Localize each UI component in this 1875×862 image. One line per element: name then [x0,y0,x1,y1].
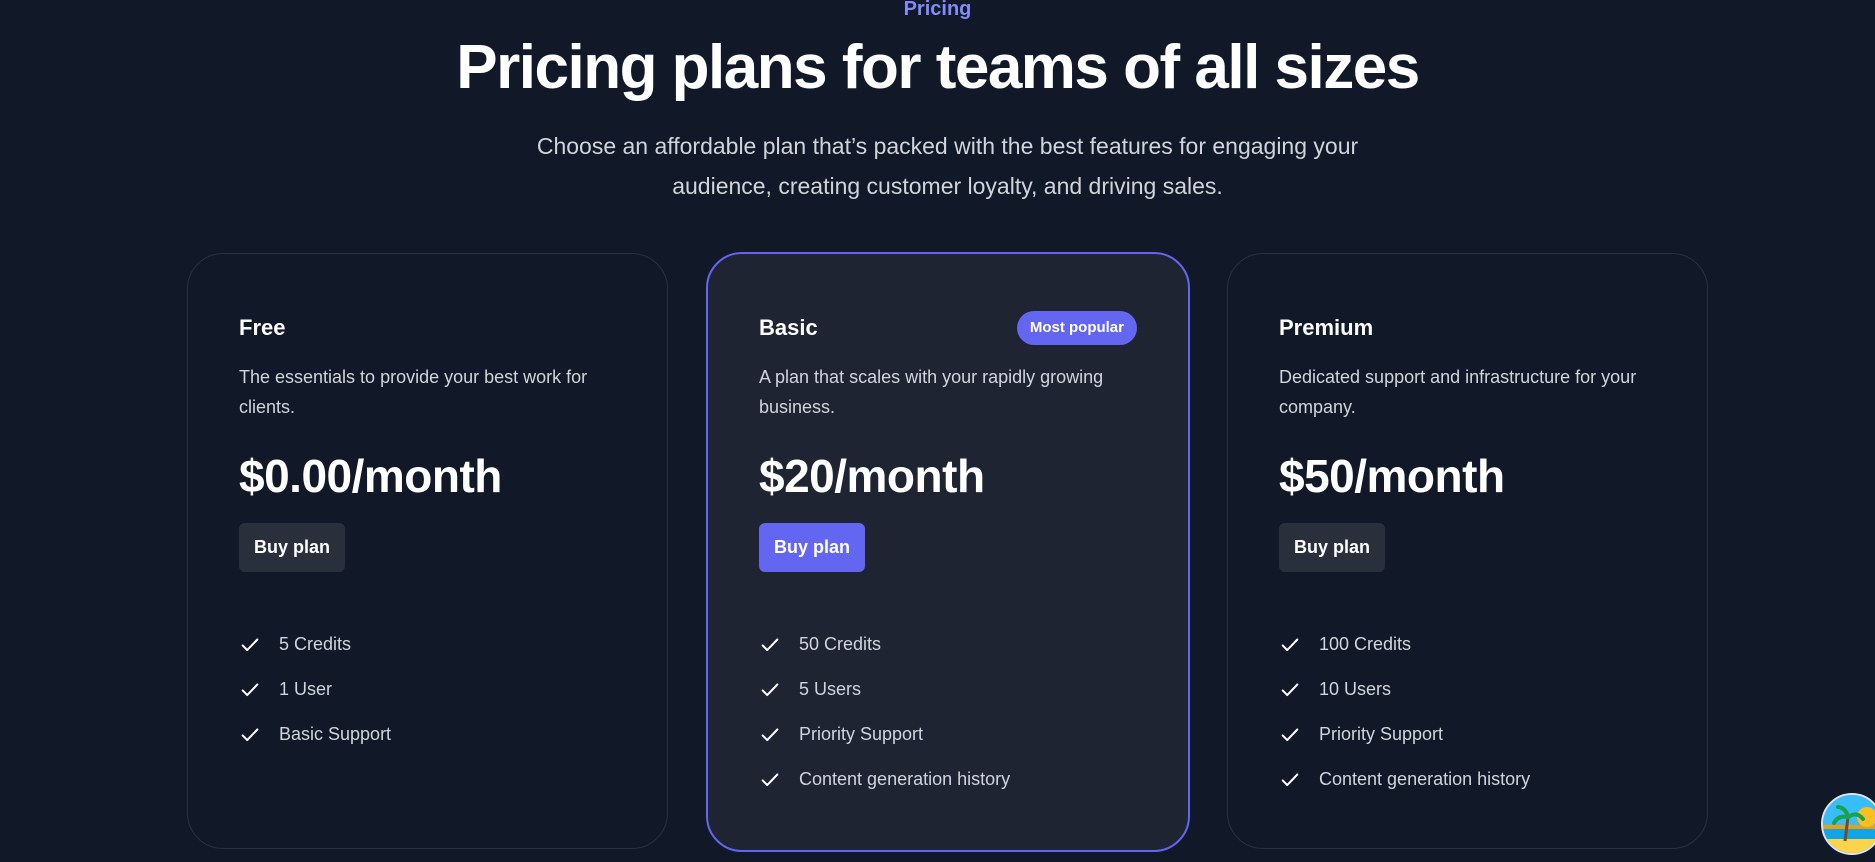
feature-list: 50 Credits 5 Users Priority Support Cont… [759,622,1137,802]
feature-list: 100 Credits 10 Users Priority Support Co… [1279,622,1656,802]
check-icon [759,679,781,701]
feature-item: 5 Users [759,667,1137,712]
beach-avatar-icon[interactable] [1821,793,1875,855]
pricing-page: Pricing Pricing plans for teams of all s… [0,0,1875,862]
check-icon [239,634,261,656]
plan-card-free: Free The essentials to provide your best… [187,253,668,849]
check-icon [1279,769,1301,791]
feature-label: 100 Credits [1319,634,1412,654]
feature-label: Priority Support [1319,724,1444,744]
plan-name: Free [239,315,286,340]
plan-price: $50/month [1279,450,1505,502]
page-subtitle: Choose an affordable plan that’s packed … [536,133,1359,199]
buy-plan-button-basic[interactable]: Buy plan [759,523,866,572]
plan-description: A plan that scales with your rapidly gro… [759,367,1104,417]
plan-price: $20/month [759,450,985,502]
feature-item: 50 Credits [759,622,1137,667]
check-icon [759,724,781,746]
feature-label: Content generation history [1319,769,1531,789]
plan-name: Basic [759,315,818,340]
feature-item: 5 Credits [239,622,616,667]
feature-list: 5 Credits 1 User Basic Support [239,622,616,757]
check-icon [759,769,781,791]
feature-item: 100 Credits [1279,622,1656,667]
check-icon [759,634,781,656]
plan-name: Premium [1279,315,1374,340]
plan-price: $0.00/month [239,450,502,502]
feature-item: Content generation history [759,757,1137,802]
section-eyebrow: Pricing [903,0,972,20]
plan-description: Dedicated support and infrastructure for… [1279,367,1637,417]
feature-item: Priority Support [759,712,1137,757]
check-icon [239,679,261,701]
check-icon [1279,679,1301,701]
plan-card-premium: Premium Dedicated support and infrastruc… [1227,253,1708,849]
most-popular-badge: Most popular [1016,311,1137,345]
feature-label: 50 Credits [799,634,882,654]
check-icon [1279,634,1301,656]
feature-label: Basic Support [279,724,392,744]
plan-card-basic: Basic Most popular A plan that scales wi… [706,252,1190,852]
feature-label: Content generation history [799,769,1011,789]
buy-plan-button-free[interactable]: Buy plan [239,523,346,572]
feature-item: Content generation history [1279,757,1656,802]
feature-label: 5 Users [799,679,862,699]
page-title: Pricing plans for teams of all sizes [456,33,1420,102]
feature-label: 10 Users [1319,679,1392,699]
buy-plan-button-premium[interactable]: Buy plan [1279,523,1386,572]
feature-item: Priority Support [1279,712,1656,757]
feature-label: 1 User [279,679,333,699]
feature-item: Basic Support [239,712,616,757]
feature-item: 10 Users [1279,667,1656,712]
feature-label: Priority Support [799,724,924,744]
feature-item: 1 User [239,667,616,712]
check-icon [1279,724,1301,746]
plan-description: The essentials to provide your best work… [239,367,588,417]
check-icon [239,724,261,746]
feature-label: 5 Credits [279,634,352,654]
